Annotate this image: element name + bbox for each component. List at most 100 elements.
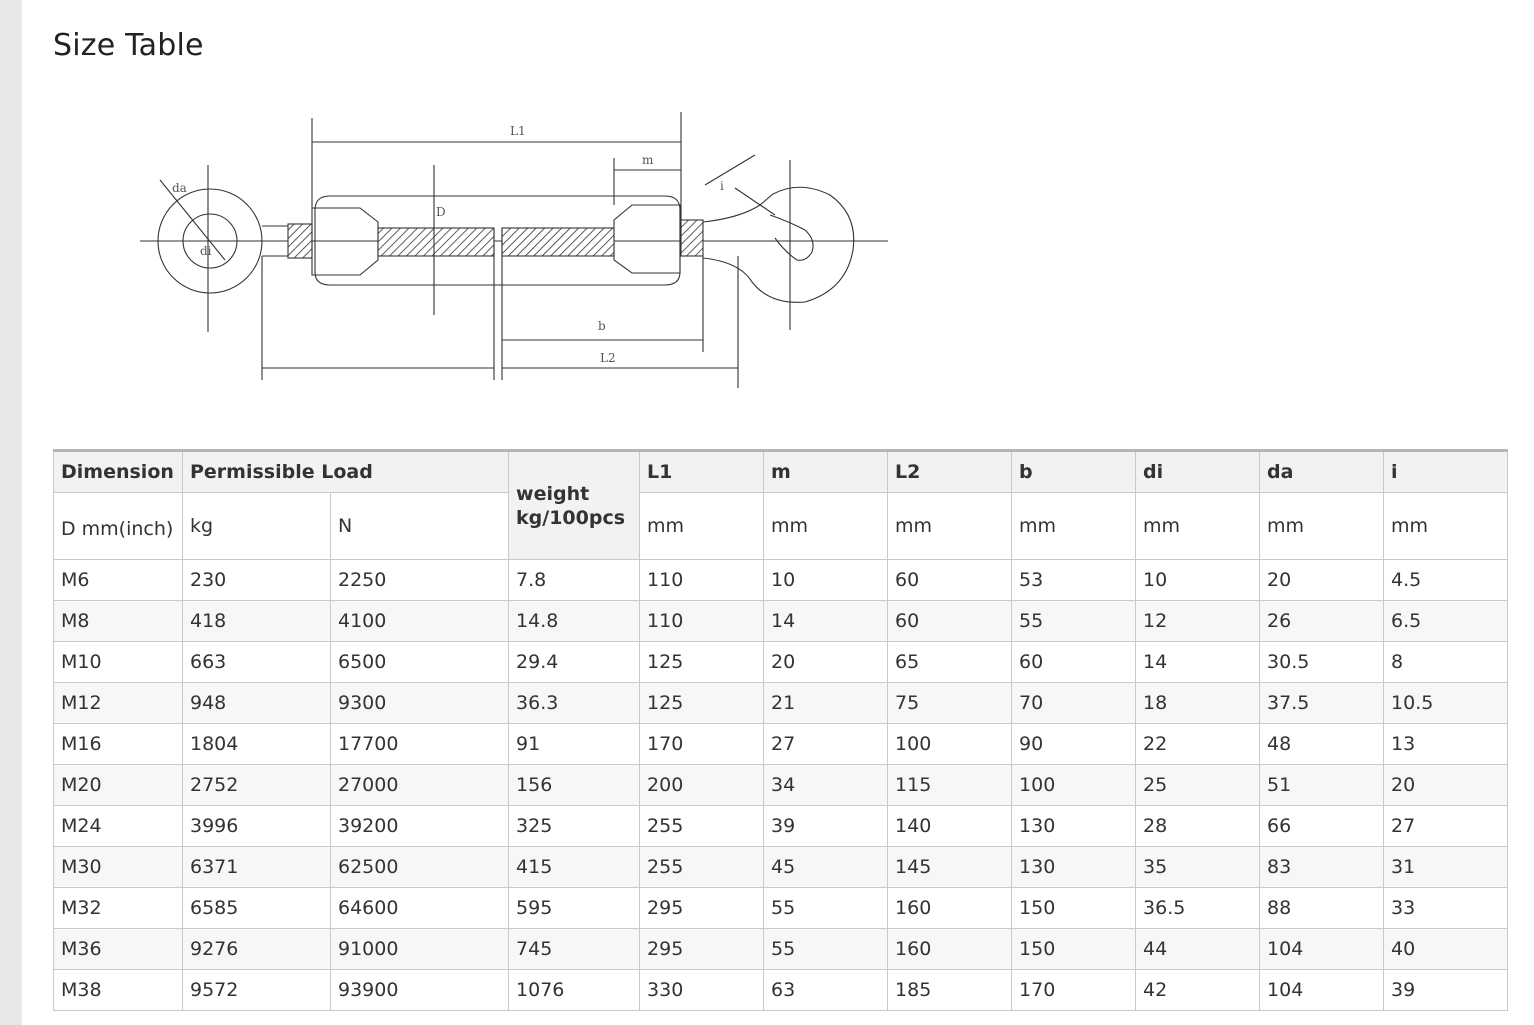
cell-weight: 14.8 — [508, 600, 641, 642]
cell-da: 26 — [1259, 600, 1385, 642]
cell-weight: 595 — [508, 887, 641, 929]
inner-thread-right — [501, 227, 615, 257]
cell-da: 51 — [1259, 764, 1385, 806]
cell-l2: 60 — [887, 559, 1013, 601]
cell-l2: 160 — [887, 887, 1013, 929]
size-table: Dimension Permissible Load weight kg/100… — [53, 449, 1509, 1011]
cell-b: 150 — [1011, 928, 1137, 970]
table-row: M10 663 6500 29.4 125 20 65 60 14 30.5 8 — [53, 641, 1509, 683]
cell-n: 9300 — [329, 682, 510, 724]
cell-n: 91000 — [329, 928, 510, 970]
cell-kg: 2752 — [182, 764, 331, 806]
cell-i: 6.5 — [1383, 600, 1509, 642]
cell-da: 37.5 — [1259, 682, 1385, 724]
cell-b: 130 — [1011, 805, 1137, 847]
unit-dimension: D mm(inch) — [53, 492, 183, 560]
cell-kg: 1804 — [182, 723, 331, 765]
cell-i: 33 — [1383, 887, 1509, 929]
table-row: M38 9572 93900 1076 330 63 185 170 42 104 39 — [53, 969, 1509, 1011]
unit-m: mm — [763, 492, 889, 560]
cell-kg: 230 — [182, 559, 331, 601]
cell-l1: 110 — [639, 559, 765, 601]
table-row: M20 2752 27000 156 200 34 115 100 25 51 20 — [53, 764, 1509, 806]
cell-l2: 160 — [887, 928, 1013, 970]
table-row: M30 6371 62500 415 255 45 145 130 35 83 31 — [53, 846, 1509, 888]
cell-i: 13 — [1383, 723, 1509, 765]
header-dimension: Dimension — [53, 449, 183, 493]
cell-di: 35 — [1135, 846, 1261, 888]
unit-da: mm — [1259, 492, 1385, 560]
unit-b: mm — [1011, 492, 1137, 560]
table-units-row: D mm(inch) kg N mm mm mm mm mm mm mm — [53, 492, 1509, 560]
cell-weight: 36.3 — [508, 682, 641, 724]
cell-weight: 7.8 — [508, 559, 641, 601]
cell-da: 30.5 — [1259, 641, 1385, 683]
cell-l2: 140 — [887, 805, 1013, 847]
cell-b: 100 — [1011, 764, 1137, 806]
cell-weight: 745 — [508, 928, 641, 970]
label-l2: L2 — [600, 351, 616, 365]
cell-da: 48 — [1259, 723, 1385, 765]
unit-l1: mm — [639, 492, 765, 560]
cell-dimension: M20 — [53, 764, 183, 806]
cell-m: 55 — [763, 928, 889, 970]
table-header-row: Dimension Permissible Load weight kg/100… — [53, 449, 1509, 560]
cell-i: 31 — [1383, 846, 1509, 888]
cell-l2: 65 — [887, 641, 1013, 683]
label-di: di — [200, 244, 212, 258]
unit-di: mm — [1135, 492, 1261, 560]
page-title: Size Table — [53, 28, 204, 64]
cell-l1: 170 — [639, 723, 765, 765]
header-l2: L2 — [887, 449, 1013, 493]
cell-di: 10 — [1135, 559, 1261, 601]
cell-di: 42 — [1135, 969, 1261, 1011]
table-row: M6 230 2250 7.8 110 10 60 53 10 20 4.5 — [53, 559, 1509, 601]
cell-di: 25 — [1135, 764, 1261, 806]
cell-dimension: M6 — [53, 559, 183, 601]
cell-l1: 255 — [639, 846, 765, 888]
right-thread — [680, 219, 704, 257]
cell-kg: 6585 — [182, 887, 331, 929]
cell-weight: 325 — [508, 805, 641, 847]
cell-m: 20 — [763, 641, 889, 683]
cell-b: 70 — [1011, 682, 1137, 724]
turnbuckle-dimension-drawing: L1 m D di da i b L2 — [140, 112, 888, 388]
unit-kg: kg — [182, 492, 331, 560]
cell-n: 27000 — [329, 764, 510, 806]
cell-dimension: M38 — [53, 969, 183, 1011]
label-m: m — [642, 153, 654, 167]
left-page-margin — [0, 0, 22, 1025]
cell-i: 10.5 — [1383, 682, 1509, 724]
cell-di: 44 — [1135, 928, 1261, 970]
label-i: i — [720, 179, 724, 193]
cell-da: 104 — [1259, 928, 1385, 970]
cell-da: 83 — [1259, 846, 1385, 888]
cell-l1: 295 — [639, 887, 765, 929]
header-da: da — [1259, 449, 1385, 493]
cell-l1: 255 — [639, 805, 765, 847]
cell-weight: 1076 — [508, 969, 641, 1011]
cell-n: 93900 — [329, 969, 510, 1011]
header-di: di — [1135, 449, 1261, 493]
cell-n: 17700 — [329, 723, 510, 765]
cell-b: 53 — [1011, 559, 1137, 601]
cell-l1: 295 — [639, 928, 765, 970]
cell-n: 2250 — [329, 559, 510, 601]
cell-dimension: M24 — [53, 805, 183, 847]
cell-dimension: M32 — [53, 887, 183, 929]
cell-l2: 185 — [887, 969, 1013, 1011]
cell-n: 64600 — [329, 887, 510, 929]
cell-dimension: M10 — [53, 641, 183, 683]
cell-b: 130 — [1011, 846, 1137, 888]
cell-i: 4.5 — [1383, 559, 1509, 601]
cell-di: 36.5 — [1135, 887, 1261, 929]
left-thread — [287, 223, 313, 259]
header-i: i — [1383, 449, 1509, 493]
cell-kg: 948 — [182, 682, 331, 724]
unit-i: mm — [1383, 492, 1509, 560]
cell-dimension: M36 — [53, 928, 183, 970]
cell-l2: 60 — [887, 600, 1013, 642]
cell-di: 22 — [1135, 723, 1261, 765]
cell-m: 39 — [763, 805, 889, 847]
cell-n: 6500 — [329, 641, 510, 683]
